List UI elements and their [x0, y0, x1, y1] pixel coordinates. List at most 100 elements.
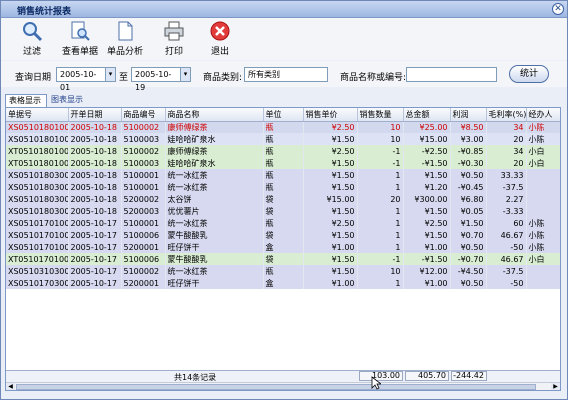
table-row[interactable]: XS0510180300042005-10-185200003优优薯片袋¥1.5…	[6, 205, 560, 217]
table-row[interactable]: XS0510170100012005-10-175100001统一冰红茶瓶¥2.…	[6, 217, 560, 229]
table-cell: 康师傅绿茶	[165, 121, 264, 133]
table-cell: ¥12.00	[403, 265, 451, 277]
table-row[interactable]: XS0510170100012005-10-175100006蒙牛酸酸乳袋¥1.…	[6, 229, 560, 241]
table-cell: -1	[357, 253, 404, 265]
sales-report-window: 销售统计报表 ✕ 过滤 查看单据 单品分析 打印 退出 查询日期 2005-10…	[0, 0, 568, 400]
table-cell: ¥15.00	[303, 193, 358, 205]
column-header[interactable]: 毛利率(%)	[486, 108, 527, 122]
scroll-right-icon[interactable]: ▶	[551, 383, 560, 390]
table-row[interactable]: XT0510180100012005-10-185100002康师傅绿茶瓶¥2.…	[6, 145, 560, 157]
table-cell: 5100003	[121, 157, 166, 169]
table-cell: 20	[486, 157, 527, 169]
table-cell: 2005-10-17	[68, 229, 122, 241]
table-cell: 20	[486, 133, 527, 145]
chevron-down-icon[interactable]: ▾	[180, 67, 191, 82]
name-code-label: 商品名称或编号:	[340, 73, 407, 83]
table-cell: 蒙牛酸酸乳	[165, 229, 264, 241]
table-cell: 旺仔饼干	[165, 241, 264, 253]
table-cell: 2005-10-18	[68, 205, 122, 217]
column-header[interactable]: 利润	[450, 108, 487, 122]
table-row[interactable]: XS0510170300012005-10-175200001旺仔饼干盒¥1.0…	[6, 277, 560, 289]
column-header[interactable]: 单据号	[6, 108, 69, 122]
table-row[interactable]: XS0510180300032005-10-185200002太谷饼袋¥15.0…	[6, 193, 560, 205]
scroll-left-icon[interactable]: ◀	[6, 383, 15, 390]
column-header[interactable]: 总金额	[403, 108, 451, 122]
category-field[interactable]: 所有类别	[244, 67, 328, 82]
query-date-label: 查询日期	[15, 73, 52, 83]
column-header[interactable]: 商品编号	[121, 108, 166, 122]
column-header[interactable]: 销售数量	[357, 108, 404, 122]
table-cell: 5200001	[121, 277, 166, 289]
table-header: 单据号 开单日期 商品编号 商品名称 单位 销售单价 销售数量 总金额 利润 毛…	[6, 108, 560, 122]
table-row[interactable]: XT0510180100012005-10-185100003娃哈哈矿泉水瓶¥1…	[6, 157, 560, 169]
table-cell: ¥1.00	[403, 277, 451, 289]
table-cell: -¥0.85	[450, 145, 487, 157]
view-document-button[interactable]: 查看单据	[55, 20, 105, 60]
table-row[interactable]: XS0510180300022005-10-185100001统一冰红茶瓶¥1.…	[6, 181, 560, 193]
column-header[interactable]: 单位	[263, 108, 304, 122]
column-header[interactable]: 商品名称	[165, 108, 264, 122]
table-cell: 5100002	[121, 265, 166, 277]
filter-button[interactable]: 过滤	[7, 20, 57, 60]
table-cell: 5200001	[121, 241, 166, 253]
date-to-field[interactable]: 2005-10-19	[131, 67, 181, 92]
table-cell: 2005-10-18	[68, 181, 122, 193]
table-row[interactable]: XS0510310300012005-10-175100002统一冰红茶瓶¥1.…	[6, 265, 560, 277]
table-cell	[526, 205, 560, 217]
table-cell: 小白	[526, 157, 560, 169]
horizontal-scrollbar[interactable]: ◀ ▶	[6, 382, 560, 390]
exit-label: 退出	[210, 47, 229, 57]
table-cell: XT051018010001	[6, 145, 69, 157]
table-cell: ¥2.50	[403, 217, 451, 229]
table-row[interactable]: XS0510170100012005-10-175200001旺仔饼干盒¥1.0…	[6, 241, 560, 253]
table-cell: ¥6.80	[450, 193, 487, 205]
print-label: 打印	[164, 47, 183, 57]
table-row[interactable]: XS0510180100012005-10-185100002康师傅绿茶瓶¥2.…	[6, 121, 560, 133]
chevron-down-icon[interactable]: ▾	[105, 67, 116, 82]
close-icon[interactable]: ✕	[552, 3, 564, 15]
table-cell: ¥1.50	[303, 265, 358, 277]
table-cell: 2005-10-17	[68, 217, 122, 229]
exit-button[interactable]: 退出	[195, 20, 245, 60]
table-cell: 5100001	[121, 181, 166, 193]
table-cell: 1	[357, 277, 404, 289]
item-analysis-button[interactable]: 单品分析	[100, 20, 150, 60]
table-cell: XS051017010001	[6, 241, 69, 253]
print-button[interactable]: 打印	[149, 20, 199, 60]
column-header[interactable]: 销售单价	[303, 108, 358, 122]
tab-table-view[interactable]: 表格显示	[5, 94, 47, 107]
table-cell: 2005-10-17	[68, 241, 122, 253]
table-cell: 2005-10-17	[68, 253, 122, 265]
table-cell: 5200002	[121, 193, 166, 205]
table-cell: 统一冰红茶	[165, 265, 264, 277]
table-cell: ¥1.50	[450, 217, 487, 229]
column-header[interactable]: 开单日期	[68, 108, 122, 122]
table-cell: ¥0.50	[450, 169, 487, 181]
table-cell: 袋	[263, 193, 304, 205]
qty-total: 103.00	[359, 371, 403, 381]
table-cell: 2005-10-18	[68, 157, 122, 169]
scroll-thumb[interactable]	[16, 384, 536, 390]
sales-grid: 单据号 开单日期 商品编号 商品名称 单位 销售单价 销售数量 总金额 利润 毛…	[5, 107, 561, 391]
stat-button[interactable]: 统计	[509, 65, 549, 83]
table-row[interactable]: XS0510180100012005-10-185100003娃哈哈矿泉水瓶¥1…	[6, 133, 560, 145]
table-cell: 2005-10-18	[68, 121, 122, 133]
table-row[interactable]: XT0510170100012005-10-175100006蒙牛酸酸乳袋¥1.…	[6, 253, 560, 265]
tab-chart-view[interactable]: 图表显示	[48, 94, 88, 107]
totals-row: 共14条记录 103.00 405.70 -244.42	[6, 370, 560, 382]
table-cell: 33.33	[486, 169, 527, 181]
table-cell: ¥1.50	[403, 205, 451, 217]
name-code-field[interactable]	[406, 67, 497, 82]
category-label: 商品类别:	[203, 73, 243, 83]
exit-icon	[210, 21, 230, 41]
table-cell: 袋	[263, 229, 304, 241]
column-header[interactable]: 经办人	[526, 108, 560, 122]
table-cell: XS051018030002	[6, 181, 69, 193]
table-cell: 统一冰红茶	[165, 217, 264, 229]
table-cell: 袋	[263, 205, 304, 217]
table-cell: 34	[486, 145, 527, 157]
table-row[interactable]: XS0510180300012005-10-185100001统一冰红茶瓶¥1.…	[6, 169, 560, 181]
table-cell: 瓶	[263, 145, 304, 157]
date-from-field[interactable]: 2005-10-01	[56, 67, 106, 92]
table-cell: 瓶	[263, 157, 304, 169]
